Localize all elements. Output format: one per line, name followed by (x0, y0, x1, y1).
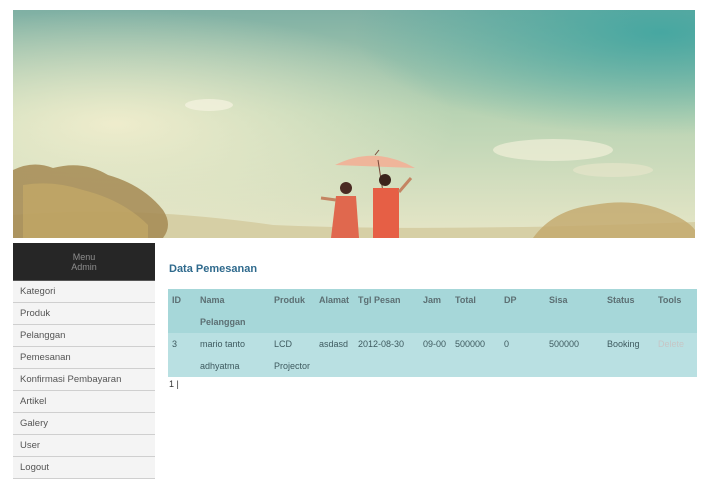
page-title: Data Pemesanan (169, 263, 258, 275)
sidebar-item-galery[interactable]: Galery (13, 413, 155, 435)
col-header-nama-pelanggan: Nama Pelanggan (196, 289, 270, 333)
col-header-produk: Produk (270, 289, 315, 333)
cell-tgl-pesan: 2012-08-30 (354, 333, 419, 377)
col-header-sisa: Sisa (545, 289, 603, 333)
col-header-id: ID (168, 289, 196, 333)
col-header-total: Total (451, 289, 500, 333)
cell-produk: LCD Projector (270, 333, 315, 377)
col-header-tools: Tools (654, 289, 697, 333)
table-header-row: ID Nama Pelanggan Produk Alamat Tgl Pesa… (168, 289, 697, 333)
col-header-alamat: Alamat (315, 289, 354, 333)
cell-dp: 0 (500, 333, 545, 377)
sidebar-item-pemesanan[interactable]: Pemesanan (13, 347, 155, 369)
menu-header-line1: Menu (72, 251, 96, 262)
col-header-status: Status (603, 289, 654, 333)
admin-sidebar: Menu Admin Kategori Produk Pelanggan Pem… (13, 243, 155, 479)
sidebar-item-logout[interactable]: Logout (13, 457, 155, 479)
orders-table: ID Nama Pelanggan Produk Alamat Tgl Pesa… (168, 289, 697, 377)
cell-jam: 09-00 (419, 333, 451, 377)
menu-admin-header: Menu Admin (13, 243, 155, 281)
menu-header-line2: Admin (71, 261, 97, 272)
col-header-jam: Jam (419, 289, 451, 333)
col-header-dp: DP (500, 289, 545, 333)
cell-total: 500000 (451, 333, 500, 377)
main-content: Data Pemesanan ID Nama Pelanggan Produk … (168, 258, 698, 389)
col-header-tgl-pesan: Tgl Pesan (354, 289, 419, 333)
cell-alamat: asdasd (315, 333, 354, 377)
sidebar-item-pelanggan[interactable]: Pelanggan (13, 325, 155, 347)
cell-nama-pelanggan: mario tanto adhyatma (196, 333, 270, 377)
header-banner-image (13, 10, 695, 238)
sidebar-item-produk[interactable]: Produk (13, 303, 155, 325)
sidebar-item-user[interactable]: User (13, 435, 155, 457)
sidebar-item-kategori[interactable]: Kategori (13, 281, 155, 303)
sidebar-item-artikel[interactable]: Artikel (13, 391, 155, 413)
cell-status: Booking (603, 333, 654, 377)
delete-link[interactable]: Delete (654, 333, 697, 377)
table-row: 3 mario tanto adhyatma LCD Projector asd… (168, 333, 697, 377)
cell-sisa: 500000 (545, 333, 603, 377)
cell-id: 3 (168, 333, 196, 377)
pagination[interactable]: 1 | (169, 379, 698, 389)
sidebar-item-konfirmasi-pembayaran[interactable]: Konfirmasi Pembayaran (13, 369, 155, 391)
